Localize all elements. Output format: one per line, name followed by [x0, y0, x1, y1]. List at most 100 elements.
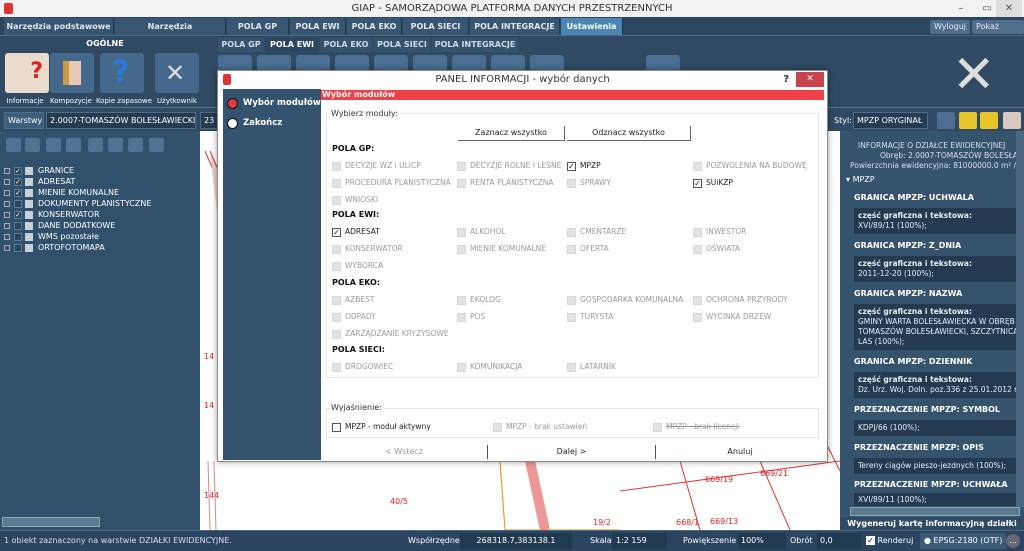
module-checkbox[interactable]: WYCINKA DRZEW — [693, 311, 771, 322]
module-checkbox[interactable]: PROCEDURA PLANISTYCZNA — [332, 177, 451, 188]
module-checkbox[interactable]: ✓ ADRESAT — [332, 226, 380, 237]
kopie-zapasowe-label[interactable]: Kopie zapasowe — [95, 97, 153, 105]
messages-icon[interactable]: … — [1006, 534, 1020, 548]
checkbox-box[interactable] — [567, 178, 576, 188]
generate-card-button[interactable]: Wygeneruj kartę informacyjną działki — [840, 517, 1024, 530]
module-checkbox[interactable]: OŚWIATA — [693, 243, 740, 254]
module-checkbox[interactable]: SPRAWY — [567, 177, 611, 188]
layer-item[interactable]: ✓ KONSERWATOR — [4, 209, 100, 220]
checkbox-box[interactable] — [457, 362, 466, 372]
checkbox-box[interactable] — [332, 195, 341, 205]
info-vertical-scrollbar[interactable] — [1016, 131, 1024, 507]
checkbox-box[interactable] — [457, 295, 466, 305]
layer-tool-icon[interactable] — [6, 138, 21, 152]
checkbox-box[interactable] — [332, 362, 341, 372]
module-checkbox[interactable]: MIENIE KOMUNALNE — [457, 243, 546, 254]
subtab-pola-gp[interactable]: POLA GP — [218, 38, 264, 52]
checkbox-box[interactable] — [332, 329, 341, 339]
module-checkbox[interactable]: POŚ — [457, 311, 485, 322]
tab-pola-ewi[interactable]: POLA EWI — [290, 18, 346, 35]
show-menu-button[interactable]: Pokaż menu — [972, 20, 1024, 45]
layer-item[interactable]: DOKUMENTY PLANISTYCZNE — [4, 198, 151, 209]
layers-button[interactable]: Warstwy — [4, 112, 44, 129]
obreb-select[interactable]: 2.0007-TOMASZÓW BOLESŁAWIECKI — [46, 112, 196, 129]
module-checkbox[interactable]: WYBORCA — [332, 260, 383, 271]
style-select[interactable]: MPZP ORYGINAŁ — [853, 112, 928, 129]
tab-ustawienia[interactable]: Ustawienia — [561, 18, 623, 35]
checkbox-box[interactable] — [567, 295, 576, 305]
module-checkbox[interactable]: DECYZJE WZ i ULICP — [332, 160, 421, 171]
layer-tool-icon[interactable] — [25, 138, 40, 152]
clear-selection-icon[interactable] — [959, 112, 977, 129]
module-checkbox[interactable]: AZBEST — [332, 294, 375, 305]
module-checkbox[interactable]: OCHRONA PRZYRODY — [693, 294, 788, 305]
layer-item[interactable]: WMS pozostałe — [4, 231, 99, 242]
scale-field[interactable]: 1:2 159 — [612, 533, 667, 549]
checkbox-box[interactable] — [457, 312, 466, 322]
checkbox-box[interactable] — [693, 161, 702, 171]
checkbox-box[interactable] — [332, 161, 341, 171]
checkbox-box[interactable] — [693, 312, 702, 322]
module-checkbox[interactable]: ALKOHOL — [457, 226, 505, 237]
checkbox-box[interactable] — [567, 362, 576, 372]
checkbox-box[interactable] — [693, 295, 702, 305]
nav-step-zakoncz[interactable]: Zakończ — [243, 118, 282, 128]
filter-icon[interactable] — [66, 138, 81, 152]
module-checkbox[interactable]: TURYSTA — [567, 311, 613, 322]
module-checkbox[interactable]: CMENTARZE — [567, 226, 626, 237]
tab-narzedzia-zaawansowane[interactable]: Narzędzia zaawansowane — [115, 18, 226, 48]
checkbox-box[interactable]: ✓ — [693, 178, 702, 188]
kompozycje-icon[interactable] — [50, 53, 94, 93]
info-horizontal-scrollbar[interactable] — [850, 507, 1020, 516]
module-checkbox[interactable]: EKOLOG — [457, 294, 501, 305]
checkbox-box[interactable] — [457, 227, 466, 237]
module-checkbox[interactable]: ✓ MPZP — [567, 160, 601, 171]
module-checkbox[interactable]: KOMUNIKACJA — [457, 361, 522, 372]
logout-button[interactable]: Wyloguj — [930, 20, 970, 34]
next-button[interactable]: Dalej > — [488, 445, 656, 459]
module-checkbox[interactable]: DROGOWIEC — [332, 361, 393, 372]
tab-pola-integracje[interactable]: POLA INTEGRACJE — [470, 18, 560, 35]
tab-pola-eko[interactable]: POLA EKO — [347, 18, 402, 35]
checkbox-box[interactable] — [332, 312, 341, 322]
module-checkbox[interactable]: WNIOSKI — [332, 194, 378, 205]
layer-item[interactable]: ✓ GRANICE — [4, 165, 74, 176]
tab-narzedzia-podstawowe[interactable]: Narzędzia podstawowe — [4, 18, 114, 35]
select-feature-icon[interactable] — [980, 112, 998, 129]
checkbox-box[interactable] — [332, 295, 341, 305]
dialog-close-button[interactable]: ✕ — [796, 72, 824, 87]
layer-item[interactable]: ORTOFOTOMAPA — [4, 242, 105, 253]
deselect-all-button[interactable]: Odznacz wszystko — [567, 126, 691, 141]
module-checkbox[interactable]: POZWOLENIA NA BUDOWĘ — [693, 160, 807, 171]
tab-pola-sieci[interactable]: POLA SIECI — [403, 18, 469, 35]
subtab-pola-integracje[interactable]: POLA INTEGRACJE — [432, 38, 518, 52]
module-checkbox[interactable]: ZARZĄDZANIE KRYZYSOWE — [332, 328, 449, 339]
refresh-style-icon[interactable] — [937, 112, 955, 129]
module-checkbox[interactable]: GOSPODARKA KOMUNALNA — [567, 294, 683, 305]
layer-tool-icon[interactable] — [46, 138, 61, 152]
checkbox-box[interactable]: ✓ — [567, 161, 576, 171]
module-checkbox[interactable]: ODPADY — [332, 311, 376, 322]
module-checkbox[interactable]: DECYZJE ROLNE I LEŚNE — [457, 160, 561, 171]
render-checkbox[interactable]: ✓ Renderuj — [866, 531, 913, 551]
horizontal-scrollbar[interactable] — [2, 517, 100, 527]
mpzp-section-toggle[interactable]: ▾ MPZP — [846, 175, 875, 184]
informacje-icon[interactable]: ? — [5, 53, 49, 93]
layer-item[interactable]: ✓ ADRESAT — [4, 176, 75, 187]
uzytkownik-icon[interactable]: ✕ — [155, 53, 199, 93]
tab-pola-gp[interactable]: POLA GP — [227, 18, 289, 35]
checkbox-box[interactable] — [567, 244, 576, 254]
back-button[interactable]: < Wstecz — [321, 445, 488, 459]
layer-tool-icon[interactable] — [108, 138, 123, 152]
informacje-label[interactable]: Informacje — [0, 97, 50, 105]
module-checkbox[interactable]: RENTA PLANISTYCZNA — [457, 177, 554, 188]
checkbox-box[interactable] — [457, 178, 466, 188]
checkbox-box[interactable]: ✓ — [332, 227, 341, 237]
checkbox-box[interactable] — [693, 227, 702, 237]
nav-step-wybor-modulow[interactable]: Wybór modułów — [243, 98, 321, 108]
select-all-button[interactable]: Zaznacz wszystko — [458, 126, 565, 141]
checkbox-box[interactable] — [567, 312, 576, 322]
subtab-pola-sieci[interactable]: POLA SIECI — [374, 38, 430, 52]
remove-layer-icon[interactable] — [149, 138, 164, 152]
subtab-pola-ewi[interactable]: POLA EWI — [266, 38, 318, 52]
